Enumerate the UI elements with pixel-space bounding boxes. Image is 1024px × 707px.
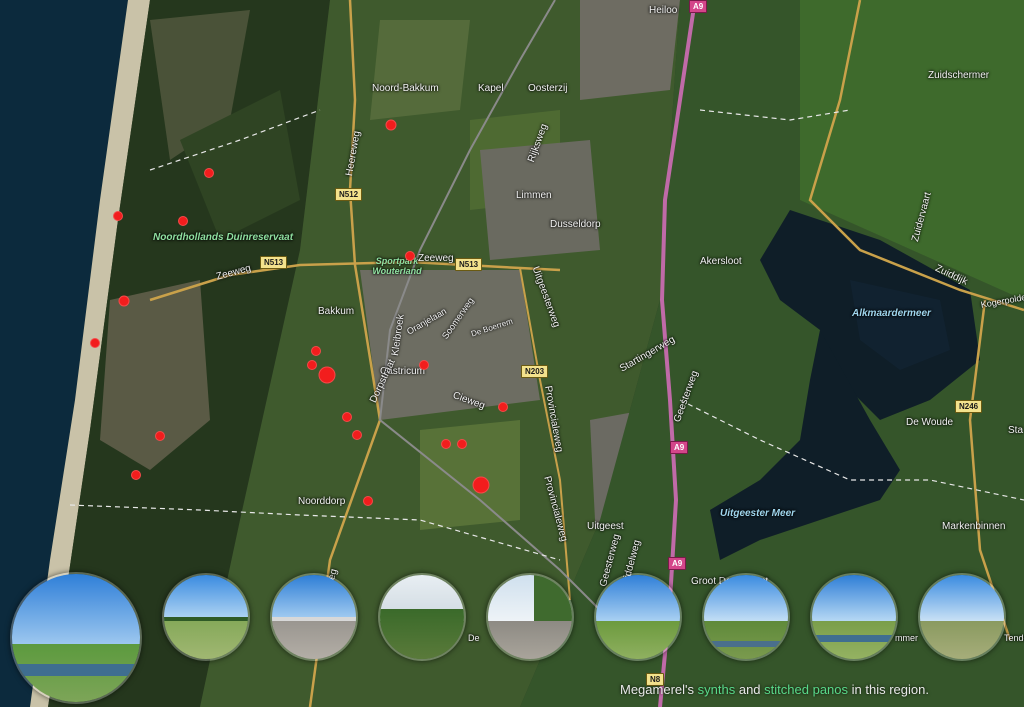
pano-thumbnail[interactable]: [702, 573, 790, 661]
photo-location-pin[interactable]: [405, 251, 415, 261]
pano-thumbnail[interactable]: [162, 573, 250, 661]
caption: Megamerel's synths and stitched panos in…: [620, 682, 929, 697]
photo-location-pin[interactable]: [352, 430, 362, 440]
sky-image: [704, 575, 788, 622]
water-strip: [812, 635, 896, 643]
pano-thumbnail[interactable]: [486, 573, 574, 661]
photo-location-pin[interactable]: [204, 168, 214, 178]
pano-thumbnail[interactable]: [270, 573, 358, 661]
synths-link[interactable]: synths: [698, 682, 736, 697]
sky-image: [812, 575, 896, 622]
place-label: Heiloo: [649, 5, 678, 16]
ground-image: [272, 621, 356, 659]
stitched-panos-link[interactable]: stitched panos: [764, 682, 848, 697]
place-label: Bakkum: [318, 306, 355, 317]
road-shield: N246: [955, 400, 983, 413]
photo-location-pin[interactable]: [457, 439, 467, 449]
water-strip: [704, 640, 788, 648]
photo-location-pin[interactable]: [90, 338, 100, 348]
place-label: Markenbinnen: [942, 521, 1006, 532]
place-label: Dusseldorp: [550, 219, 601, 230]
pano-thumbnail[interactable]: [10, 572, 142, 704]
tree-strip: [534, 575, 572, 626]
place-label: Oosterzij: [528, 83, 568, 94]
street-label: mmer: [895, 633, 918, 643]
sky-image: [164, 575, 248, 622]
road-shield: N513: [455, 258, 483, 271]
road-shield: A9: [689, 0, 708, 13]
ground-image: [380, 608, 464, 659]
photo-location-pin[interactable]: [118, 295, 130, 307]
place-label: Noord-Bakkum: [372, 83, 439, 94]
ground-image: [920, 621, 1004, 659]
street-label: Tende: [1004, 633, 1024, 643]
photo-location-pin[interactable]: [419, 360, 429, 370]
sky-image: [920, 575, 1004, 622]
street-label: Sta: [1008, 425, 1024, 436]
sky-image: [12, 574, 140, 645]
sky-image: [272, 575, 356, 622]
photo-location-pin[interactable]: [307, 360, 317, 370]
pano-thumbnail[interactable]: [918, 573, 1006, 661]
pano-thumbnail[interactable]: [810, 573, 898, 661]
pano-thumbnail[interactable]: [378, 573, 466, 661]
place-label: Noorddorp: [298, 496, 346, 507]
water-strip: [12, 663, 140, 677]
photo-location-pin-large[interactable]: [318, 366, 336, 384]
ground-image: [596, 621, 680, 659]
road-shield: N203: [521, 365, 549, 378]
place-label: Limmen: [516, 190, 552, 201]
water-label: Alkmaardermeer: [852, 308, 931, 319]
photo-location-pin[interactable]: [385, 119, 397, 131]
photo-location-pin[interactable]: [342, 412, 352, 422]
road-shield: N513: [260, 256, 288, 269]
caption-and: and: [738, 682, 761, 697]
photo-location-pin[interactable]: [498, 402, 508, 412]
photo-location-pin[interactable]: [113, 211, 123, 221]
road-shield: A9: [670, 441, 689, 454]
place-label: Uitgeest: [587, 521, 624, 532]
pano-thumbnail[interactable]: [594, 573, 682, 661]
photo-location-pin[interactable]: [178, 216, 188, 226]
park-label: Noordhollands Duinreservaat: [153, 232, 294, 243]
place-label: Akersloot: [700, 256, 742, 267]
water-label: Uitgeester Meer: [720, 508, 796, 519]
ground-image: [488, 621, 572, 659]
photo-location-pin[interactable]: [155, 431, 165, 441]
sky-image: [596, 575, 680, 622]
place-label: De Woude: [906, 417, 954, 428]
street-label: De: [468, 633, 480, 643]
place-label: Kapel: [478, 83, 504, 94]
photo-location-pin-large[interactable]: [472, 476, 490, 494]
photo-location-pin[interactable]: [363, 496, 373, 506]
photo-location-pin[interactable]: [311, 346, 321, 356]
caption-tail: in this region.: [851, 682, 929, 697]
road-shield: A9: [668, 557, 687, 570]
road-shield: N512: [335, 188, 363, 201]
place-label: Zuidschermer: [928, 70, 990, 81]
photo-location-pin[interactable]: [441, 439, 451, 449]
photo-location-pin[interactable]: [131, 470, 141, 480]
caption-owner: Megamerel's: [620, 682, 695, 697]
ground-image: [164, 621, 248, 659]
street-label: Zeeweg: [418, 253, 454, 264]
